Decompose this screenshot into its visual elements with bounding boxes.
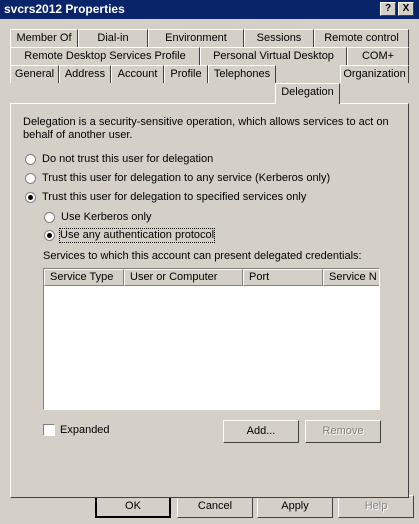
radio-any-auth-protocol[interactable] <box>44 230 55 241</box>
remove-button[interactable]: Remove <box>305 420 381 443</box>
radio-selected-dot <box>28 195 33 200</box>
radio-no-delegation-label[interactable]: Do not trust this user for delegation <box>42 153 213 166</box>
delegation-panel: Delegation is a security-sensitive opera… <box>10 103 409 498</box>
description-line-1: Delegation is a security-sensitive opera… <box>23 116 389 128</box>
column-user-or-computer[interactable]: User or Computer <box>124 269 243 286</box>
radio-any-service-label[interactable]: Trust this user for delegation to any se… <box>42 172 330 185</box>
expanded-checkbox[interactable] <box>43 424 55 436</box>
column-port[interactable]: Port <box>243 269 323 286</box>
radio-any-service[interactable] <box>25 173 36 184</box>
tab-general[interactable]: General <box>10 65 59 83</box>
ok-button[interactable]: OK <box>95 495 171 518</box>
tab-personal-virtual-desktop[interactable]: Personal Virtual Desktop <box>200 47 347 65</box>
services-listview[interactable]: Service Type User or Computer Port Servi… <box>43 268 380 410</box>
cancel-button[interactable]: Cancel <box>177 495 253 518</box>
tab-environment[interactable]: Environment <box>148 29 244 47</box>
help-icon: ? <box>384 3 392 14</box>
radio-any-auth-protocol-label[interactable]: Use any authentication protocol <box>58 228 216 243</box>
radio-specified-services[interactable] <box>25 192 36 203</box>
close-icon: X <box>402 3 410 14</box>
radio-specified-services-label[interactable]: Trust this user for delegation to specif… <box>42 191 306 204</box>
tab-remote-control[interactable]: Remote control <box>314 29 409 47</box>
tab-delegation[interactable]: Delegation <box>275 83 340 104</box>
tab-account[interactable]: Account <box>111 65 164 83</box>
tab-address[interactable]: Address <box>59 65 111 83</box>
radio-kerberos-only[interactable] <box>44 212 55 223</box>
radio-selected-dot <box>47 233 52 238</box>
tab-profile[interactable]: Profile <box>164 65 208 83</box>
title-bar: svcrs2012 Properties ? X <box>0 0 419 19</box>
tab-dial-in[interactable]: Dial-in <box>78 29 148 47</box>
column-service-name[interactable]: Service N <box>323 269 379 286</box>
window-title: svcrs2012 Properties <box>4 2 125 16</box>
services-label: Services to which this account can prese… <box>43 250 362 262</box>
close-button[interactable]: X <box>398 2 414 16</box>
radio-no-delegation[interactable] <box>25 154 36 165</box>
properties-dialog: Member Of Dial-in Environment Sessions R… <box>0 19 419 524</box>
tab-telephones[interactable]: Telephones <box>208 65 276 83</box>
column-service-type[interactable]: Service Type <box>44 269 124 286</box>
help-button[interactable]: ? <box>380 2 396 16</box>
description-line-2: behalf of another user. <box>23 129 133 141</box>
help-footer-button[interactable]: Help <box>338 495 414 518</box>
radio-kerberos-only-label[interactable]: Use Kerberos only <box>61 211 152 224</box>
tab-sessions[interactable]: Sessions <box>244 29 314 47</box>
tab-organization[interactable]: Organization <box>340 65 409 83</box>
apply-button[interactable]: Apply <box>257 495 333 518</box>
tab-rds-profile[interactable]: Remote Desktop Services Profile <box>10 47 200 65</box>
tab-com-plus[interactable]: COM+ <box>347 47 409 65</box>
expanded-label[interactable]: Expanded <box>60 424 110 437</box>
add-button[interactable]: Add... <box>223 420 299 443</box>
tab-member-of[interactable]: Member Of <box>10 29 78 47</box>
